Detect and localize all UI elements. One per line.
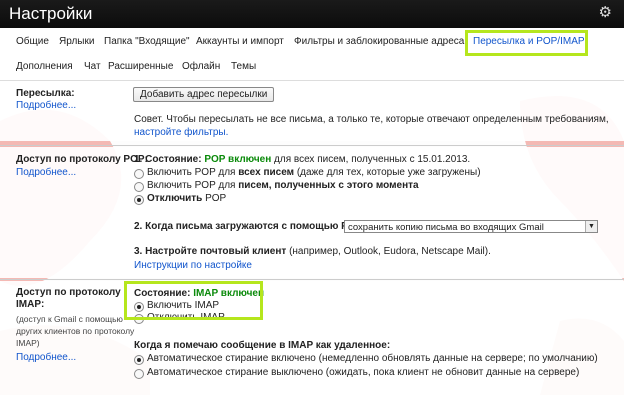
forwarding-tip: Совет. Чтобы пересылать не все письма, а… bbox=[134, 114, 609, 125]
pop-action-select[interactable]: сохранить копию письма во входящих Gmail… bbox=[344, 220, 598, 233]
pop-all-mail-label: Включить POP для всех писем (даже для те… bbox=[147, 167, 481, 178]
tab-accounts[interactable]: Аккаунты и импорт bbox=[196, 36, 284, 47]
imap-disable-label: Отключить IMAP bbox=[147, 312, 225, 323]
imap-enable-label: Включить IMAP bbox=[147, 300, 220, 311]
imap-section: Доступ по протоколу IMAP: (доступ к Gmai… bbox=[0, 281, 624, 395]
tab-addons[interactable]: Дополнения bbox=[16, 61, 73, 72]
imap-disable-radio[interactable] bbox=[134, 314, 144, 324]
tab-general[interactable]: Общие bbox=[16, 36, 49, 47]
imap-delete-question: Когда я помечаю сообщение в IMAP как уда… bbox=[134, 340, 391, 351]
pop-section: Доступ по протоколу POP: Подробнее... 1.… bbox=[0, 147, 624, 278]
pop-disable-radio[interactable] bbox=[134, 195, 144, 205]
pop-new-mail-label: Включить POP для писем, полученных с это… bbox=[147, 180, 419, 191]
add-forwarding-address-button[interactable]: Добавить адрес пересылки bbox=[133, 87, 275, 102]
settings-tabs: Общие Ярлыки Папка "Входящие" Аккаунты и… bbox=[0, 28, 624, 80]
settings-header: Настройки ⚙ bbox=[0, 0, 624, 28]
imap-label-line2: IMAP: bbox=[16, 299, 45, 310]
forwarding-label: Пересылка: bbox=[16, 88, 75, 99]
chevron-down-icon: ▼ bbox=[585, 221, 597, 232]
tab-offline[interactable]: Офлайн bbox=[182, 61, 220, 72]
pop-label: Доступ по протоколу POP: bbox=[16, 154, 148, 165]
imap-auto-expunge-off-label: Автоматическое стирание выключено (ожида… bbox=[147, 367, 580, 378]
pop-all-mail-radio[interactable] bbox=[134, 169, 144, 179]
gear-icon[interactable]: ⚙ bbox=[599, 3, 612, 21]
setup-filters-link[interactable]: настройте фильтры. bbox=[134, 127, 228, 138]
pop-more-link[interactable]: Подробнее... bbox=[16, 167, 76, 178]
page-title: Настройки bbox=[9, 4, 93, 23]
imap-label-line1: Доступ по протоколу bbox=[16, 287, 121, 298]
imap-auto-expunge-on-radio[interactable] bbox=[134, 355, 144, 365]
imap-desc-line3: IMAP) bbox=[16, 338, 40, 348]
tab-inbox[interactable]: Папка "Входящие" bbox=[104, 36, 190, 47]
forwarding-section: Пересылка: Подробнее... Добавить адрес п… bbox=[0, 81, 624, 141]
pop-status-value: POP включен bbox=[204, 154, 272, 165]
pop-client-setup: 3. Настройте почтовый клиент (например, … bbox=[134, 246, 491, 257]
pop-new-mail-radio[interactable] bbox=[134, 182, 144, 192]
pop-status: 1. Состояние: POP включен для всех писем… bbox=[134, 154, 471, 165]
pop-action-question: 2. Когда письма загружаются с помощью PO… bbox=[134, 221, 363, 232]
tab-filters[interactable]: Фильтры и заблокированные адреса bbox=[294, 36, 464, 47]
section-divider bbox=[0, 279, 624, 280]
imap-status: Состояние: IMAP включен bbox=[134, 288, 264, 299]
imap-enable-radio[interactable] bbox=[134, 302, 144, 312]
imap-desc-line1: (доступ к Gmail с помощью bbox=[16, 314, 123, 324]
forwarding-more-link[interactable]: Подробнее... bbox=[16, 100, 76, 111]
tab-labels[interactable]: Ярлыки bbox=[59, 36, 94, 47]
pop-instructions-link[interactable]: Инструкции по настройке bbox=[134, 260, 252, 271]
tab-chat[interactable]: Чат bbox=[84, 61, 101, 72]
tab-forwarding-pop-imap[interactable]: Пересылка и POP/IMAP bbox=[473, 36, 585, 47]
imap-more-link[interactable]: Подробнее... bbox=[16, 352, 76, 363]
section-divider bbox=[0, 145, 624, 146]
imap-auto-expunge-on-label: Автоматическое стирание включено (немедл… bbox=[147, 353, 598, 364]
imap-desc-line2: других клиентов по протоколу bbox=[16, 326, 135, 336]
tab-themes[interactable]: Темы bbox=[231, 61, 256, 72]
imap-status-value: IMAP включен bbox=[193, 288, 264, 299]
imap-auto-expunge-off-radio[interactable] bbox=[134, 369, 144, 379]
tab-advanced[interactable]: Расширенные bbox=[108, 61, 173, 72]
pop-disable-label: Отключить POP bbox=[147, 193, 227, 204]
